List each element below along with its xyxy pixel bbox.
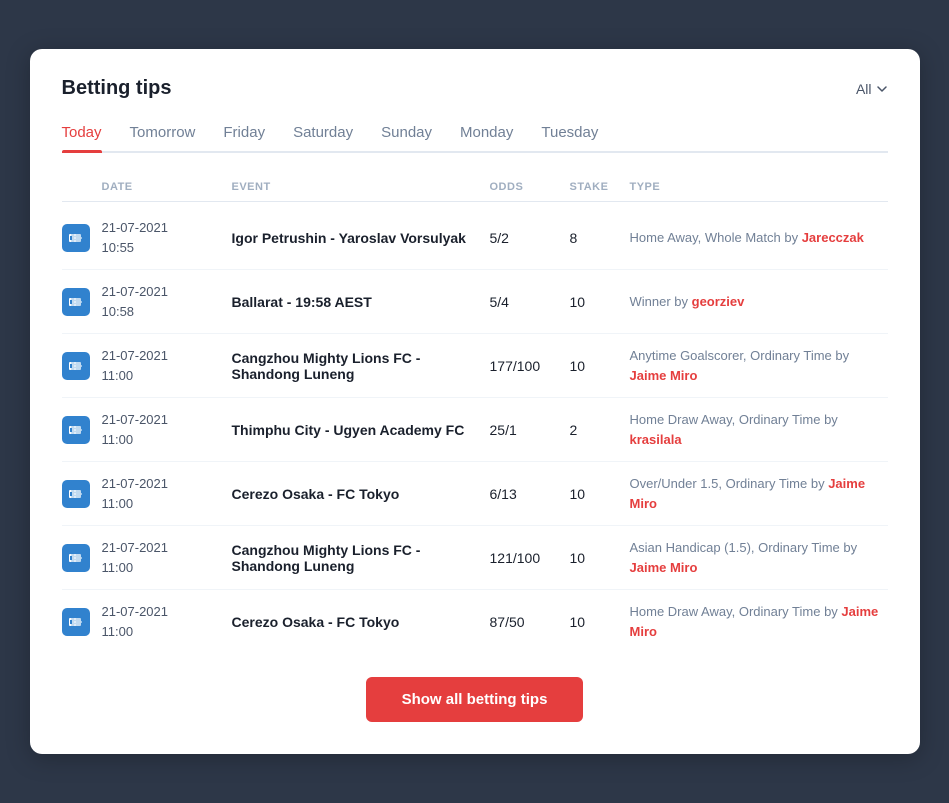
ticket-icon-cell — [62, 544, 102, 572]
tab-today[interactable]: Today — [62, 124, 102, 151]
stake-cell: 10 — [570, 358, 630, 374]
author-link[interactable]: krasilala — [630, 432, 682, 447]
table-row: 21-07-202110:58 Ballarat - 19:58 AEST 5/… — [62, 270, 888, 334]
type-cell: Home Draw Away, Ordinary Time by Jaime M… — [630, 602, 888, 641]
author-link[interactable]: Jaime Miro — [630, 368, 698, 383]
type-cell: Asian Handicap (1.5), Ordinary Time by J… — [630, 538, 888, 577]
ticket-icon — [62, 288, 90, 316]
show-all-button[interactable]: Show all betting tips — [366, 677, 584, 722]
table-row: 21-07-202111:00 Cangzhou Mighty Lions FC… — [62, 526, 888, 590]
tab-tomorrow[interactable]: Tomorrow — [130, 124, 196, 151]
chevron-down-icon — [876, 83, 888, 95]
author-link[interactable]: Jaime Miro — [630, 476, 866, 511]
ticket-icon-cell — [62, 480, 102, 508]
author-link[interactable]: Jarecczak — [802, 230, 864, 245]
author-link[interactable]: Jaime Miro — [630, 560, 698, 575]
event-cell: Cerezo Osaka - FC Tokyo — [232, 486, 490, 502]
card-title: Betting tips — [62, 77, 172, 100]
odds-cell: 121/100 — [490, 550, 570, 566]
type-cell: Anytime Goalscorer, Ordinary Time by Jai… — [630, 346, 888, 385]
table-row: 21-07-202110:55 Igor Petrushin - Yarosla… — [62, 206, 888, 270]
tab-sunday[interactable]: Sunday — [381, 124, 432, 151]
ticket-icon-cell — [62, 416, 102, 444]
card-header: Betting tips All — [62, 77, 888, 100]
date-cell: 21-07-202110:55 — [102, 218, 232, 257]
ticket-icon-cell — [62, 352, 102, 380]
tab-tuesday[interactable]: Tuesday — [541, 124, 598, 151]
tab-monday[interactable]: Monday — [460, 124, 513, 151]
ticket-icon-cell — [62, 608, 102, 636]
event-cell: Cerezo Osaka - FC Tokyo — [232, 614, 490, 630]
betting-tips-card: Betting tips All Today Tomorrow Friday Satu… — [30, 49, 920, 754]
odds-cell: 177/100 — [490, 358, 570, 374]
date-cell: 21-07-202111:00 — [102, 474, 232, 513]
col-type: TYPE — [630, 181, 888, 193]
table-row: 21-07-202111:00 Cerezo Osaka - FC Tokyo … — [62, 590, 888, 653]
col-odds: ODDS — [490, 181, 570, 193]
ticket-icon-cell — [62, 288, 102, 316]
stake-cell: 10 — [570, 614, 630, 630]
col-stake: STAKE — [570, 181, 630, 193]
ticket-icon — [62, 416, 90, 444]
type-cell: Winner by georziev — [630, 292, 888, 312]
stake-cell: 10 — [570, 486, 630, 502]
author-link[interactable]: Jaime Miro — [630, 604, 879, 639]
ticket-icon-cell — [62, 224, 102, 252]
type-cell: Over/Under 1.5, Ordinary Time by Jaime M… — [630, 474, 888, 513]
event-cell: Ballarat - 19:58 AEST — [232, 294, 490, 310]
table-header: DATE EVENT ODDS STAKE TYPE — [62, 173, 888, 202]
table-row: 21-07-202111:00 Cangzhou Mighty Lions FC… — [62, 334, 888, 398]
table-row: 21-07-202111:00 Cerezo Osaka - FC Tokyo … — [62, 462, 888, 526]
filter-label: All — [856, 81, 872, 97]
date-cell: 21-07-202110:58 — [102, 282, 232, 321]
odds-cell: 5/4 — [490, 294, 570, 310]
stake-cell: 8 — [570, 230, 630, 246]
odds-cell: 6/13 — [490, 486, 570, 502]
date-cell: 21-07-202111:00 — [102, 538, 232, 577]
odds-cell: 25/1 — [490, 422, 570, 438]
event-cell: Cangzhou Mighty Lions FC - Shandong Lune… — [232, 542, 490, 574]
tab-saturday[interactable]: Saturday — [293, 124, 353, 151]
ticket-icon — [62, 544, 90, 572]
stake-cell: 10 — [570, 550, 630, 566]
ticket-icon — [62, 608, 90, 636]
event-cell: Thimphu City - Ugyen Academy FC — [232, 422, 490, 438]
ticket-icon — [62, 352, 90, 380]
type-cell: Home Away, Whole Match by Jarecczak — [630, 228, 888, 248]
date-cell: 21-07-202111:00 — [102, 602, 232, 641]
stake-cell: 10 — [570, 294, 630, 310]
type-cell: Home Draw Away, Ordinary Time by krasila… — [630, 410, 888, 449]
ticket-icon — [62, 480, 90, 508]
stake-cell: 2 — [570, 422, 630, 438]
event-cell: Igor Petrushin - Yaroslav Vorsulyak — [232, 230, 490, 246]
odds-cell: 5/2 — [490, 230, 570, 246]
ticket-icon — [62, 224, 90, 252]
filter-dropdown[interactable]: All — [856, 81, 888, 97]
tab-friday[interactable]: Friday — [223, 124, 265, 151]
date-cell: 21-07-202111:00 — [102, 410, 232, 449]
tab-bar: Today Tomorrow Friday Saturday Sunday Monday T… — [62, 124, 888, 153]
col-event: EVENT — [232, 181, 490, 193]
date-cell: 21-07-202111:00 — [102, 346, 232, 385]
col-date: DATE — [102, 181, 232, 193]
odds-cell: 87/50 — [490, 614, 570, 630]
event-cell: Cangzhou Mighty Lions FC - Shandong Lune… — [232, 350, 490, 382]
table-body: 21-07-202110:55 Igor Petrushin - Yarosla… — [62, 206, 888, 653]
author-link[interactable]: georziev — [692, 294, 745, 309]
table-row: 21-07-202111:00 Thimphu City - Ugyen Aca… — [62, 398, 888, 462]
